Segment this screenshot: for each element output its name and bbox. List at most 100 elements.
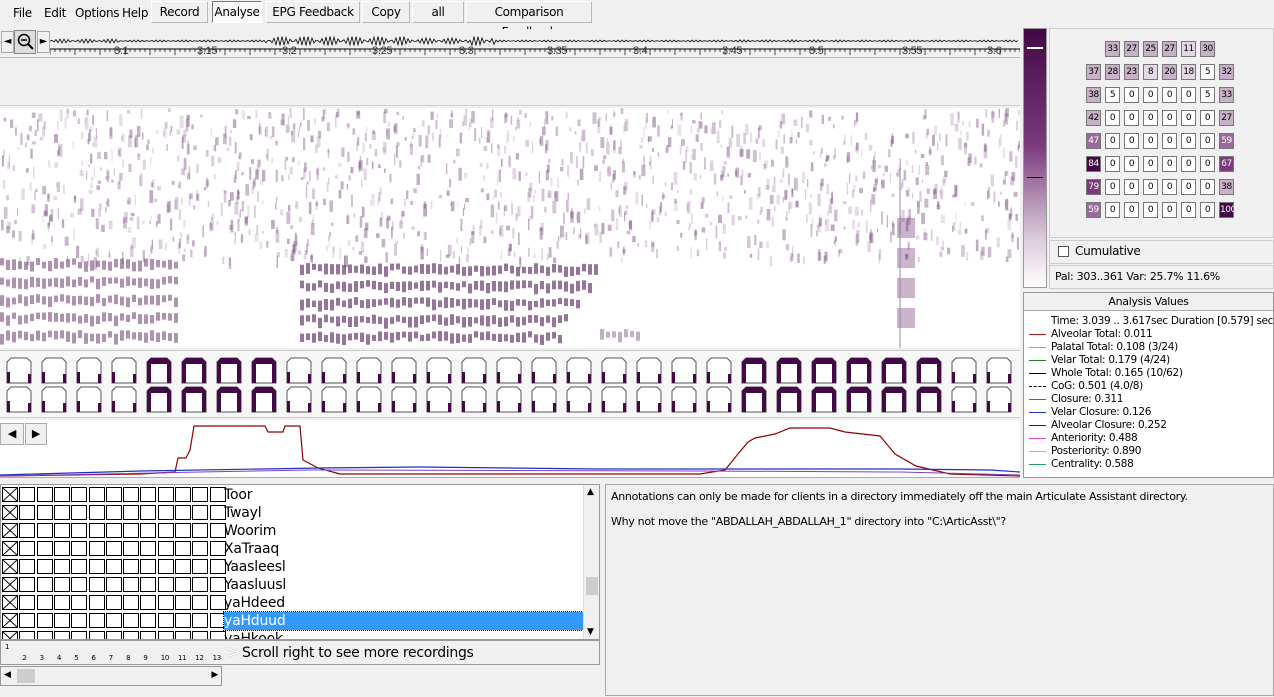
- recording-checkbox[interactable]: [36, 631, 53, 639]
- epg-frames-strip[interactable]: [0, 350, 1020, 418]
- recording-checkbox[interactable]: [105, 523, 122, 538]
- recording-checkbox[interactable]: [19, 631, 36, 639]
- recording-name[interactable]: Yaasluusl: [224, 576, 286, 594]
- epg-frame-thumbnail[interactable]: [951, 357, 977, 384]
- epg-frame-thumbnail[interactable]: [601, 386, 627, 413]
- recording-row[interactable]: Twayl: [1, 504, 584, 522]
- epg-frame-thumbnail[interactable]: [531, 357, 557, 384]
- recording-checkbox[interactable]: [123, 541, 140, 556]
- recording-checkbox[interactable]: [157, 631, 174, 639]
- epg-frame-thumbnail[interactable]: [216, 357, 242, 384]
- recording-checkbox[interactable]: [71, 631, 88, 639]
- epg-frame-thumbnail[interactable]: [811, 386, 837, 413]
- recording-row[interactable]: yaHduud: [1, 611, 584, 631]
- epg-frame-thumbnail[interactable]: [776, 357, 802, 384]
- recording-row[interactable]: Yaasleesl: [1, 558, 584, 576]
- recording-checkbox[interactable]: [192, 595, 209, 610]
- recording-checkbox[interactable]: [2, 631, 18, 639]
- recording-checkbox[interactable]: [71, 559, 88, 574]
- recording-checkbox[interactable]: [157, 577, 174, 592]
- epg-frame-thumbnail[interactable]: [951, 386, 977, 413]
- scroll-thumb[interactable]: [586, 577, 598, 595]
- recording-checkbox[interactable]: [88, 541, 105, 556]
- recording-checkbox[interactable]: [2, 595, 18, 610]
- recording-checkbox[interactable]: [19, 577, 36, 592]
- tab-record[interactable]: Record: [151, 1, 208, 23]
- recording-checkbox[interactable]: [105, 595, 122, 610]
- menu-options[interactable]: Options: [75, 6, 120, 20]
- tab-analyse[interactable]: Analyse: [212, 1, 262, 23]
- recording-name[interactable]: Twayl: [224, 504, 262, 522]
- recording-checkbox[interactable]: [123, 613, 140, 628]
- recording-checkbox[interactable]: [36, 487, 53, 502]
- recording-row[interactable]: Yaasluusl: [1, 576, 584, 594]
- recording-checkbox[interactable]: [71, 523, 88, 538]
- recording-checkbox[interactable]: [105, 577, 122, 592]
- recording-checkbox[interactable]: [88, 559, 105, 574]
- recording-checkbox[interactable]: [19, 541, 36, 556]
- epg-frame-thumbnail[interactable]: [76, 357, 102, 384]
- recording-checkbox[interactable]: [140, 595, 157, 610]
- recording-checkbox[interactable]: [175, 631, 191, 639]
- recording-checkbox[interactable]: [36, 595, 53, 610]
- recording-checkbox[interactable]: [19, 595, 36, 610]
- scroll-right-icon[interactable]: ►: [37, 31, 50, 53]
- recording-checkbox[interactable]: [71, 577, 88, 592]
- recording-checkbox[interactable]: [36, 559, 53, 574]
- recording-checkbox[interactable]: [105, 631, 122, 639]
- recording-checkbox[interactable]: [19, 505, 36, 520]
- recording-checkbox[interactable]: [192, 541, 209, 556]
- epg-frame-thumbnail[interactable]: [916, 357, 942, 384]
- epg-frame-thumbnail[interactable]: [6, 357, 32, 384]
- recording-checkbox[interactable]: [2, 541, 18, 556]
- epg-frame-thumbnail[interactable]: [531, 386, 557, 413]
- analysis-plot[interactable]: ◀ ▶: [0, 420, 1020, 478]
- epg-frame-thumbnail[interactable]: [566, 386, 592, 413]
- spectrogram[interactable]: [0, 108, 1020, 348]
- recording-checkbox[interactable]: [140, 577, 157, 592]
- menu-edit[interactable]: Edit: [44, 6, 66, 20]
- epg-frame-thumbnail[interactable]: [41, 357, 67, 384]
- recording-checkbox[interactable]: [71, 541, 88, 556]
- epg-frame-thumbnail[interactable]: [636, 386, 662, 413]
- recording-checkbox[interactable]: [53, 595, 70, 610]
- recording-row[interactable]: Woorim: [1, 522, 584, 540]
- epg-frame-thumbnail[interactable]: [496, 386, 522, 413]
- recording-checkbox[interactable]: [88, 577, 105, 592]
- recording-checkbox[interactable]: [192, 631, 209, 639]
- epg-frame-thumbnail[interactable]: [496, 357, 522, 384]
- epg-frame-thumbnail[interactable]: [216, 386, 242, 413]
- recording-checkbox[interactable]: [2, 577, 18, 592]
- recording-checkbox[interactable]: [36, 577, 53, 592]
- epg-frame-thumbnail[interactable]: [426, 357, 452, 384]
- hscroll-right-icon[interactable]: ▶: [211, 670, 218, 680]
- epg-frame-thumbnail[interactable]: [741, 386, 767, 413]
- epg-frame-thumbnail[interactable]: [811, 357, 837, 384]
- recording-checkbox[interactable]: [157, 613, 174, 628]
- cumulative-option[interactable]: Cumulative: [1049, 240, 1274, 264]
- recording-checkbox[interactable]: [140, 505, 157, 520]
- recording-checkbox[interactable]: [140, 613, 157, 628]
- recording-row[interactable]: XaTraaq: [1, 540, 584, 558]
- epg-frame-thumbnail[interactable]: [706, 386, 732, 413]
- recording-checkbox[interactable]: [71, 505, 88, 520]
- recording-row[interactable]: yaHkook: [1, 630, 584, 639]
- epg-frame-thumbnail[interactable]: [321, 386, 347, 413]
- menu-help[interactable]: Help: [122, 6, 148, 20]
- epg-frame-thumbnail[interactable]: [146, 386, 172, 413]
- recording-name[interactable]: Woorim: [224, 522, 276, 540]
- epg-frame-thumbnail[interactable]: [881, 357, 907, 384]
- recording-checkbox[interactable]: [53, 577, 70, 592]
- recording-checkbox[interactable]: [123, 523, 140, 538]
- epg-frame-thumbnail[interactable]: [916, 386, 942, 413]
- tab-all[interactable]: all: [412, 1, 464, 23]
- recording-checkbox[interactable]: [175, 595, 191, 610]
- recordings-list[interactable]: Toor Twayl Woorim XaTraaq Yaasleesl Yaasluusl…: [0, 484, 600, 640]
- epg-frame-thumbnail[interactable]: [251, 386, 277, 413]
- recording-checkbox[interactable]: [19, 559, 36, 574]
- recording-name[interactable]: yaHkook: [224, 630, 283, 639]
- recording-checkbox[interactable]: [123, 487, 140, 502]
- recording-row[interactable]: yaHdeed: [1, 594, 584, 612]
- recording-checkbox[interactable]: [36, 613, 53, 628]
- recording-checkbox[interactable]: [2, 523, 18, 538]
